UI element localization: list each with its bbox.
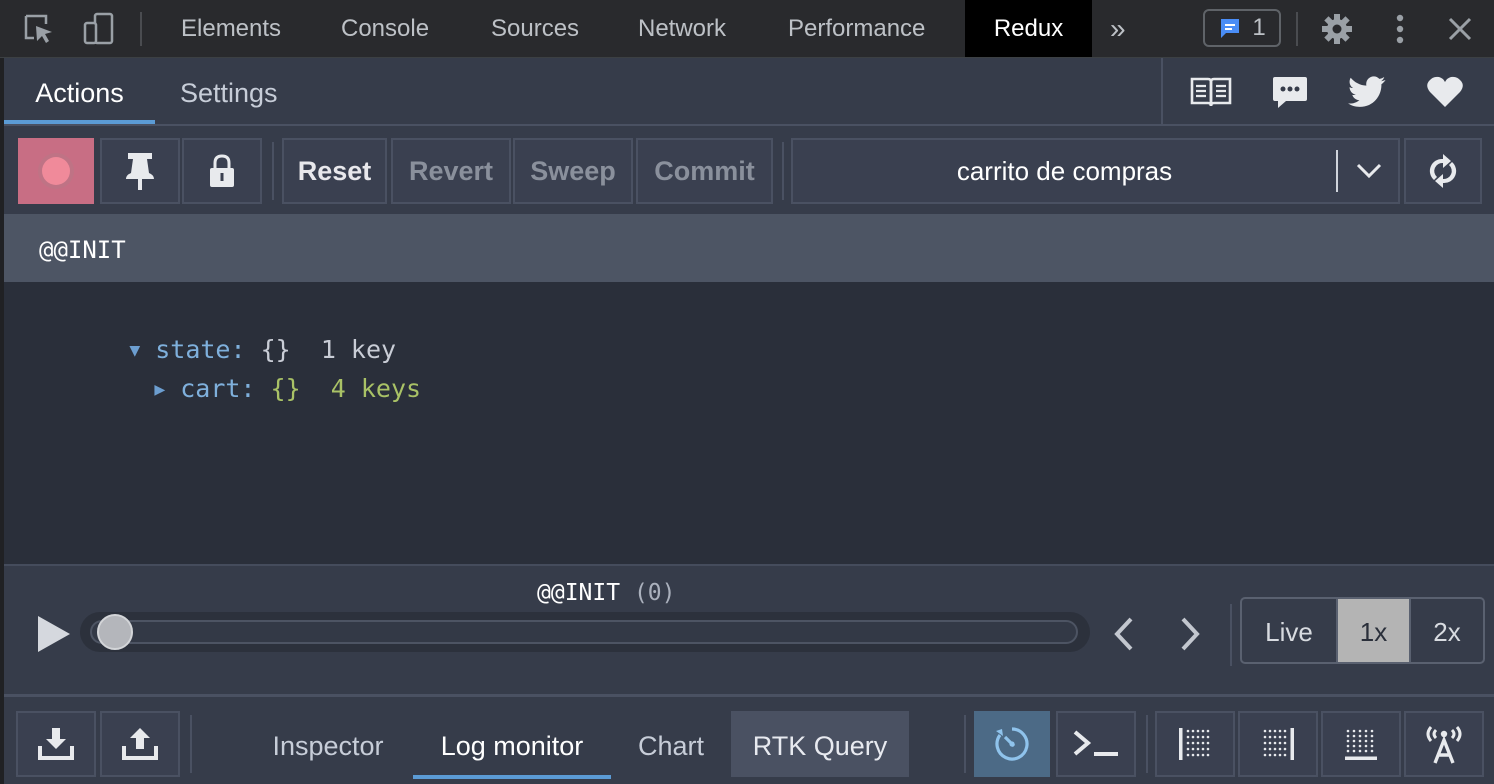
slider-thumb[interactable] <box>97 614 133 650</box>
toolbar-divider <box>272 142 274 200</box>
tree-count: 4 keys <box>330 374 422 403</box>
tree-key: cart: <box>180 374 256 403</box>
collapsed-arrow-icon[interactable]: ▶ <box>154 379 165 400</box>
device-toolbar-icon[interactable] <box>80 10 118 48</box>
slider-action-index: (0) <box>633 580 676 606</box>
pin-button[interactable] <box>100 138 180 204</box>
dock-bottom-icon <box>1345 729 1377 760</box>
instance-select-divider <box>1336 150 1338 192</box>
export-upload-icon <box>122 728 158 760</box>
tab-sources[interactable]: Sources <box>491 0 579 57</box>
pin-icon <box>126 153 154 190</box>
dock-bottom-button[interactable] <box>1321 711 1401 777</box>
dock-left-button[interactable] <box>1155 711 1235 777</box>
monitor-tab-chart[interactable]: Chart <box>616 711 726 777</box>
monitor-tab-log-monitor[interactable]: Log monitor <box>413 711 611 779</box>
bottom-toolbar: Inspector Log monitor Chart RTK Query <box>4 694 1494 784</box>
tab-console[interactable]: Console <box>341 0 429 57</box>
toolbar-divider <box>1230 604 1232 666</box>
toolbar-divider <box>140 12 142 46</box>
issues-button[interactable]: 1 <box>1203 9 1281 47</box>
sweep-button[interactable]: Sweep <box>513 138 633 204</box>
persist-timer-icon <box>995 727 1029 761</box>
step-forward-icon[interactable] <box>1172 614 1208 654</box>
issues-count: 1 <box>1252 14 1266 41</box>
subtab-settings[interactable]: Settings <box>180 58 278 124</box>
heart-sponsor-icon[interactable] <box>1421 72 1469 112</box>
kebab-menu-icon[interactable] <box>1381 10 1419 48</box>
dock-right-button[interactable] <box>1238 711 1318 777</box>
issues-message-icon <box>1221 19 1240 38</box>
action-header: @@INIT <box>4 214 1494 282</box>
commit-button[interactable]: Commit <box>636 138 773 204</box>
monitor-tab-rtk-query[interactable]: RTK Query <box>731 711 909 777</box>
lock-icon <box>210 154 234 187</box>
record-button[interactable] <box>18 138 94 204</box>
feedback-chat-icon[interactable] <box>1266 72 1314 112</box>
state-tree: ▼ state: {} 1 key ▶ cart: {} 4 keys <box>4 282 1494 564</box>
tab-performance[interactable]: Performance <box>788 0 925 57</box>
redux-devtools-panel: Actions Settings Reset Revert Sweep Comm… <box>4 58 1494 784</box>
toolbar-divider <box>1296 12 1298 46</box>
devtools-tabbar: Elements Console Sources Network Perform… <box>0 0 1494 58</box>
import-download-icon <box>38 728 74 760</box>
export-button[interactable] <box>100 711 180 777</box>
speed-1x[interactable]: 1x <box>1338 599 1411 662</box>
terminal-dispatcher-icon <box>1073 730 1118 756</box>
slider-action-name: @@INIT <box>537 580 621 606</box>
close-icon[interactable] <box>1441 10 1479 48</box>
settings-gear-icon[interactable] <box>1318 10 1356 48</box>
toolbar-divider <box>190 715 192 773</box>
timeline-slider-area: @@INIT (0) Live 1x 2x <box>4 564 1494 694</box>
sync-button[interactable] <box>1404 138 1482 204</box>
timeline-slider[interactable] <box>80 612 1090 652</box>
twitter-bird-icon[interactable] <box>1343 72 1391 112</box>
toolbar-divider <box>1146 715 1148 773</box>
dock-right-icon <box>1263 728 1294 760</box>
tab-elements[interactable]: Elements <box>181 0 281 57</box>
tree-row-cart[interactable]: ▶ cart: {} 4 keys <box>64 345 421 432</box>
more-tabs-icon[interactable]: » <box>1110 0 1126 57</box>
record-icon <box>38 153 74 189</box>
documentation-book-icon[interactable] <box>1187 72 1235 112</box>
redux-subtabs: Actions Settings <box>4 58 1494 126</box>
import-button[interactable] <box>16 711 96 777</box>
lock-button[interactable] <box>182 138 262 204</box>
subtab-actions[interactable]: Actions <box>4 58 155 124</box>
step-back-icon[interactable] <box>1106 614 1142 654</box>
tab-network[interactable]: Network <box>638 0 726 57</box>
remote-button[interactable] <box>1404 711 1484 777</box>
dock-left-icon <box>1179 728 1210 760</box>
actions-toolbar: Reset Revert Sweep Commit carrito de com… <box>4 126 1494 214</box>
tab-redux[interactable]: Redux <box>965 0 1092 57</box>
instance-select[interactable]: carrito de compras <box>791 138 1400 204</box>
speed-2x[interactable]: 2x <box>1411 599 1483 662</box>
sync-icon <box>1429 154 1457 188</box>
header-links <box>1161 58 1494 124</box>
speed-live[interactable]: Live <box>1242 599 1338 662</box>
revert-button[interactable]: Revert <box>391 138 511 204</box>
chevron-down-icon[interactable] <box>1340 140 1398 202</box>
toolbar-divider <box>782 142 784 200</box>
slider-action-label: @@INIT (0) <box>537 580 676 606</box>
remote-broadcast-icon <box>1426 726 1462 764</box>
instance-select-value: carrito de compras <box>956 156 1173 186</box>
tree-value: {} <box>270 374 301 403</box>
persist-button[interactable] <box>974 711 1050 777</box>
inspect-element-icon[interactable] <box>20 10 58 48</box>
reset-button[interactable]: Reset <box>282 138 387 204</box>
playback-speed-group: Live 1x 2x <box>1240 597 1485 664</box>
dispatcher-button[interactable] <box>1056 711 1136 777</box>
toolbar-divider <box>964 715 966 773</box>
play-icon[interactable] <box>34 614 74 654</box>
monitor-tab-inspector[interactable]: Inspector <box>248 711 408 777</box>
slider-track <box>90 620 1078 644</box>
